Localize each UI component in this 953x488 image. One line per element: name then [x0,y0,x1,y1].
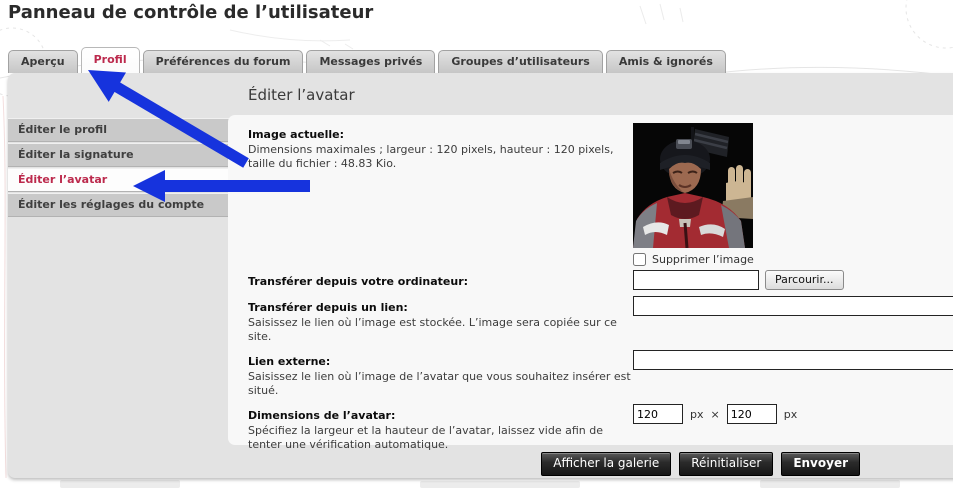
ucp-tab-bar: Aperçu Profil Préférences du forum Messa… [8,48,726,73]
avatar-image [633,123,753,248]
external-link-row: Lien externe: Saisissez le lien où l’ima… [248,350,953,398]
current-image-row: Image actuelle: Dimensions maximales ; l… [248,123,953,266]
avatar-height-input[interactable] [727,404,777,424]
sidebar-item-editer-reglages[interactable]: Éditer les réglages du compte [8,193,230,217]
dimensions-inputs: px × px [633,404,953,424]
page-title: Panneau de contrôle de l’utilisateur [8,2,373,23]
upload-link-input[interactable] [633,296,953,316]
delete-image-checkbox[interactable] [633,253,646,266]
panel-title: Éditer l’avatar [248,86,355,104]
delete-image-label: Supprimer l’image [652,253,754,266]
external-link-description: Saisissez le lien où l’image de l’avatar… [248,370,633,398]
file-path-input[interactable] [633,270,759,290]
file-upload-control: Parcourir... [633,270,953,290]
width-unit-label: px [690,408,704,421]
upload-computer-label: Transférer depuis votre ordinateur: [248,275,468,288]
upload-computer-row: Transférer depuis votre ordinateur: Parc… [248,270,953,290]
sidebar-item-editer-profil[interactable]: Éditer le profil [8,118,230,142]
avatar-dimensions-label: Dimensions de l’avatar: [248,409,395,422]
avatar-width-input[interactable] [633,404,683,424]
sidebar-item-editer-avatar[interactable]: Éditer l’avatar [8,168,230,192]
tab-amis-ignores[interactable]: Amis & ignorés [606,50,726,73]
avatar-dimensions-row: Dimensions de l’avatar: Spécifiez la lar… [248,404,953,452]
tab-messages-prives[interactable]: Messages privés [306,50,435,73]
tab-groupes-utilisateurs[interactable]: Groupes d’utilisateurs [438,50,603,73]
sidebar-item-editer-signature[interactable]: Éditer la signature [8,143,230,167]
ucp-sidebar-menu: Éditer le profil Éditer la signature Édi… [8,118,230,218]
delete-image-row: Supprimer l’image [633,253,953,266]
tab-preferences-forum[interactable]: Préférences du forum [143,50,304,73]
current-image-label: Image actuelle: [248,128,344,141]
submit-button[interactable]: Envoyer [781,452,860,476]
upload-link-row: Transférer depuis un lien: Saisissez le … [248,296,953,344]
upload-link-description: Saisissez le lien où l’image est stockée… [248,316,633,344]
upload-link-label: Transférer depuis un lien: [248,301,408,314]
dimensions-separator: × [711,408,720,421]
show-gallery-button[interactable]: Afficher la galerie [541,452,671,476]
tab-profil[interactable]: Profil [81,47,140,73]
current-image-description: Dimensions maximales ; largeur : 120 pix… [248,143,633,171]
form-actions: Afficher la galerie Réinitialiser Envoye… [0,452,953,476]
external-link-label: Lien externe: [248,355,330,368]
avatar-dimensions-description: Spécifiez la largeur et la hauteur de l’… [248,424,633,452]
external-link-input[interactable] [633,350,953,370]
tab-apercu[interactable]: Aperçu [8,50,78,73]
reset-button[interactable]: Réinitialiser [679,452,773,476]
browse-button[interactable]: Parcourir... [765,270,844,290]
height-unit-label: px [784,408,798,421]
edit-avatar-form: Image actuelle: Dimensions maximales ; l… [228,115,953,445]
